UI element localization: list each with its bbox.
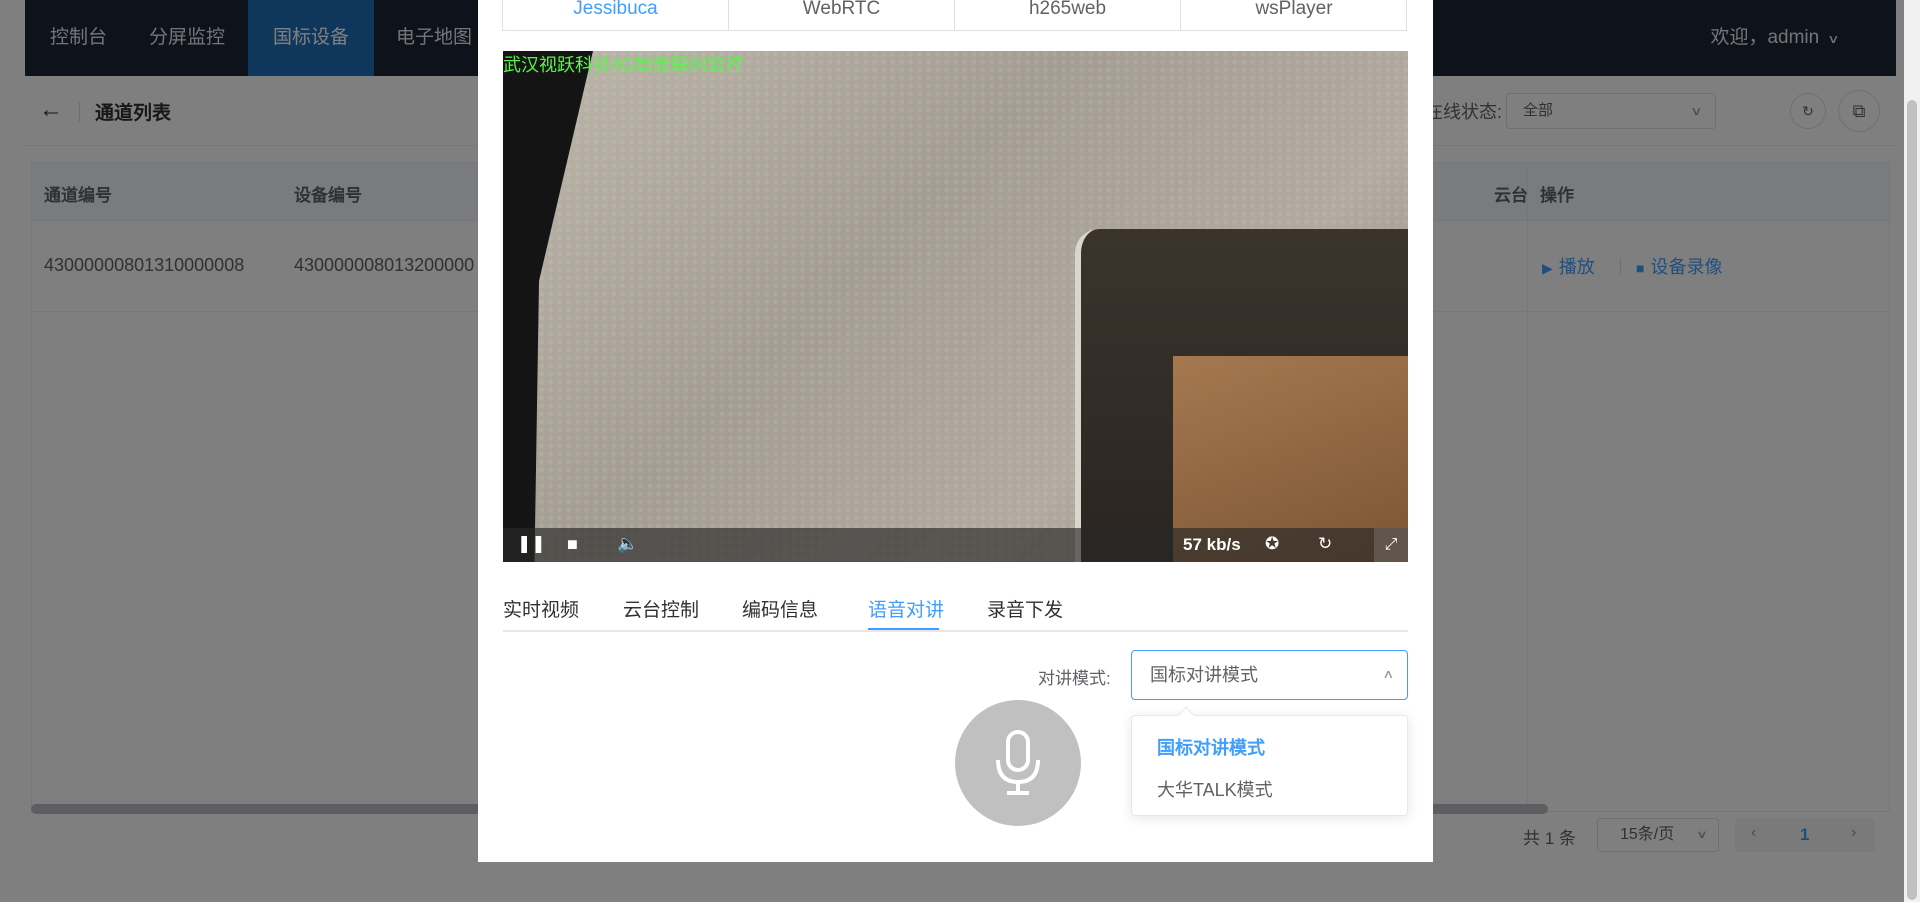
volume-icon[interactable]: 🔈 bbox=[617, 534, 638, 554]
talk-mode-dropdown: 国标对讲模式 大华TALK模式 bbox=[1131, 706, 1408, 816]
tab-codec-info[interactable]: 编码信息 bbox=[742, 595, 818, 622]
screenshot-icon[interactable]: ✪ bbox=[1265, 534, 1279, 554]
tab-live-video[interactable]: 实时视频 bbox=[503, 595, 579, 622]
function-tabs: 实时视频 云台控制 编码信息 语音对讲 录音下发 bbox=[503, 595, 1408, 632]
talk-mode-select[interactable]: 国标对讲模式 ∨ bbox=[1131, 650, 1408, 700]
stop-icon[interactable]: ■ bbox=[567, 534, 578, 555]
tab-voice-talk[interactable]: 语音对讲 bbox=[868, 595, 944, 622]
reload-icon[interactable]: ↻ bbox=[1318, 534, 1332, 554]
video-scene-shadow bbox=[503, 51, 593, 562]
player-controls: ❚❚ ■ 🔈 57 kb/s ✪ ↻ ⤢ bbox=[503, 528, 1408, 562]
active-tab-indicator bbox=[868, 628, 939, 630]
tab-h265web[interactable]: h265web bbox=[955, 0, 1181, 30]
fullscreen-icon[interactable]: ⤢ bbox=[1374, 528, 1408, 562]
option-gb-talk[interactable]: 国标对讲模式 bbox=[1157, 734, 1265, 760]
microphone-icon bbox=[996, 730, 1040, 795]
bitrate-readout: 57 kb/s bbox=[1183, 535, 1241, 554]
chevron-up-icon: ∨ bbox=[1382, 668, 1395, 682]
video-osd-text: 武汉视跃科技4G智能联网监控 bbox=[503, 55, 744, 75]
scrollbar-thumb[interactable] bbox=[1907, 100, 1917, 900]
tab-webrtc[interactable]: WebRTC bbox=[729, 0, 955, 30]
tab-ptz-control[interactable]: 云台控制 bbox=[623, 595, 699, 622]
pause-icon[interactable]: ❚❚ bbox=[517, 534, 546, 554]
microphone-button[interactable] bbox=[955, 700, 1081, 826]
tab-jessibuca[interactable]: Jessibuca bbox=[503, 0, 729, 30]
dropdown-arrow bbox=[1177, 706, 1195, 724]
vertical-scrollbar[interactable] bbox=[1904, 0, 1920, 902]
player-tabs: Jessibuca WebRTC h265web wsPlayer bbox=[502, 0, 1407, 31]
tab-audio-broadcast[interactable]: 录音下发 bbox=[987, 595, 1063, 622]
talk-mode-value: 国标对讲模式 bbox=[1150, 665, 1258, 685]
tab-wsplayer[interactable]: wsPlayer bbox=[1181, 0, 1407, 30]
talk-mode-label: 对讲模式: bbox=[1038, 669, 1111, 688]
video-player[interactable]: 武汉视跃科技4G智能联网监控 ❚❚ ■ 🔈 57 kb/s ✪ ↻ ⤢ bbox=[503, 51, 1408, 562]
option-dahua-talk[interactable]: 大华TALK模式 bbox=[1157, 776, 1273, 802]
player-dialog: Jessibuca WebRTC h265web wsPlayer 武汉视跃科技… bbox=[478, 0, 1433, 862]
